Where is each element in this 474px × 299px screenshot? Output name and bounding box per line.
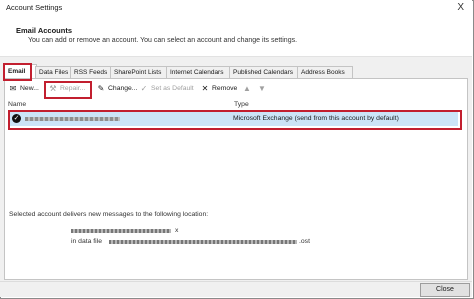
arrow-down-icon: ▼ bbox=[258, 84, 266, 93]
delivery-location-label: Selected account delivers new messages t… bbox=[9, 211, 209, 218]
new-mail-icon: ✉ bbox=[9, 84, 17, 93]
data-file-path-redacted bbox=[109, 240, 297, 244]
tab-internet-calendars[interactable]: Internet Calendars bbox=[166, 66, 232, 78]
account-type: Microsoft Exchange (send from this accou… bbox=[233, 115, 399, 122]
repair-button[interactable]: ⚒ Repair... bbox=[48, 83, 85, 95]
new-label: New... bbox=[20, 85, 39, 92]
tab-data-files[interactable]: Data Files bbox=[35, 66, 71, 78]
tab-email[interactable]: Email bbox=[4, 64, 37, 78]
remove-x-icon: ✕ bbox=[201, 84, 209, 93]
account-list-header: Name Type bbox=[8, 101, 458, 111]
tab-address-books[interactable]: Address Books bbox=[297, 66, 353, 78]
move-up-button[interactable]: ▲ bbox=[242, 83, 254, 95]
default-check-icon: ✓ bbox=[140, 84, 148, 93]
repair-tools-icon: ⚒ bbox=[49, 84, 57, 93]
set-as-default-button[interactable]: ✓ Set as Default bbox=[139, 83, 194, 95]
remove-button[interactable]: ✕ Remove bbox=[200, 83, 238, 95]
tab-sharepoint-lists[interactable]: SharePoint Lists bbox=[110, 66, 169, 78]
header-band: Email Accounts You can add or remove an … bbox=[0, 16, 472, 57]
footer-divider bbox=[0, 281, 472, 282]
set-default-label: Set as Default bbox=[151, 85, 194, 92]
account-name-redacted bbox=[25, 117, 120, 121]
change-label: Change... bbox=[108, 85, 138, 92]
column-type: Type bbox=[234, 101, 249, 108]
column-name: Name bbox=[8, 101, 27, 108]
data-file-prefix: in data file bbox=[71, 238, 102, 245]
close-icon[interactable]: X bbox=[457, 2, 464, 13]
section-description: You can add or remove an account. You ca… bbox=[28, 37, 298, 44]
arrow-up-icon: ▲ bbox=[243, 84, 251, 93]
window-title: Account Settings bbox=[6, 3, 63, 12]
repair-label: Repair... bbox=[60, 85, 86, 92]
delivery-datafile-line: in data file .ost bbox=[71, 238, 321, 246]
data-file-suffix: .ost bbox=[299, 238, 310, 245]
tab-published-calendars[interactable]: Published Calendars bbox=[229, 66, 301, 78]
tab-rss-feeds[interactable]: RSS Feeds bbox=[70, 66, 111, 78]
close-button[interactable]: Close bbox=[420, 283, 470, 297]
account-row[interactable]: ✓ Microsoft Exchange (send from this acc… bbox=[9, 112, 458, 126]
default-account-check-icon: ✓ bbox=[12, 114, 21, 123]
change-icon: ✎ bbox=[97, 84, 105, 93]
folder-path-suffix: x bbox=[175, 227, 179, 234]
delivery-folder-line: x bbox=[71, 227, 201, 235]
remove-label: Remove bbox=[212, 85, 238, 92]
new-button[interactable]: ✉ New... bbox=[8, 83, 39, 95]
folder-path-redacted bbox=[71, 229, 171, 233]
title-bar: Account Settings X bbox=[0, 0, 472, 16]
move-down-button[interactable]: ▼ bbox=[257, 83, 269, 95]
change-button[interactable]: ✎ Change... bbox=[96, 83, 138, 95]
section-title: Email Accounts bbox=[16, 26, 72, 35]
